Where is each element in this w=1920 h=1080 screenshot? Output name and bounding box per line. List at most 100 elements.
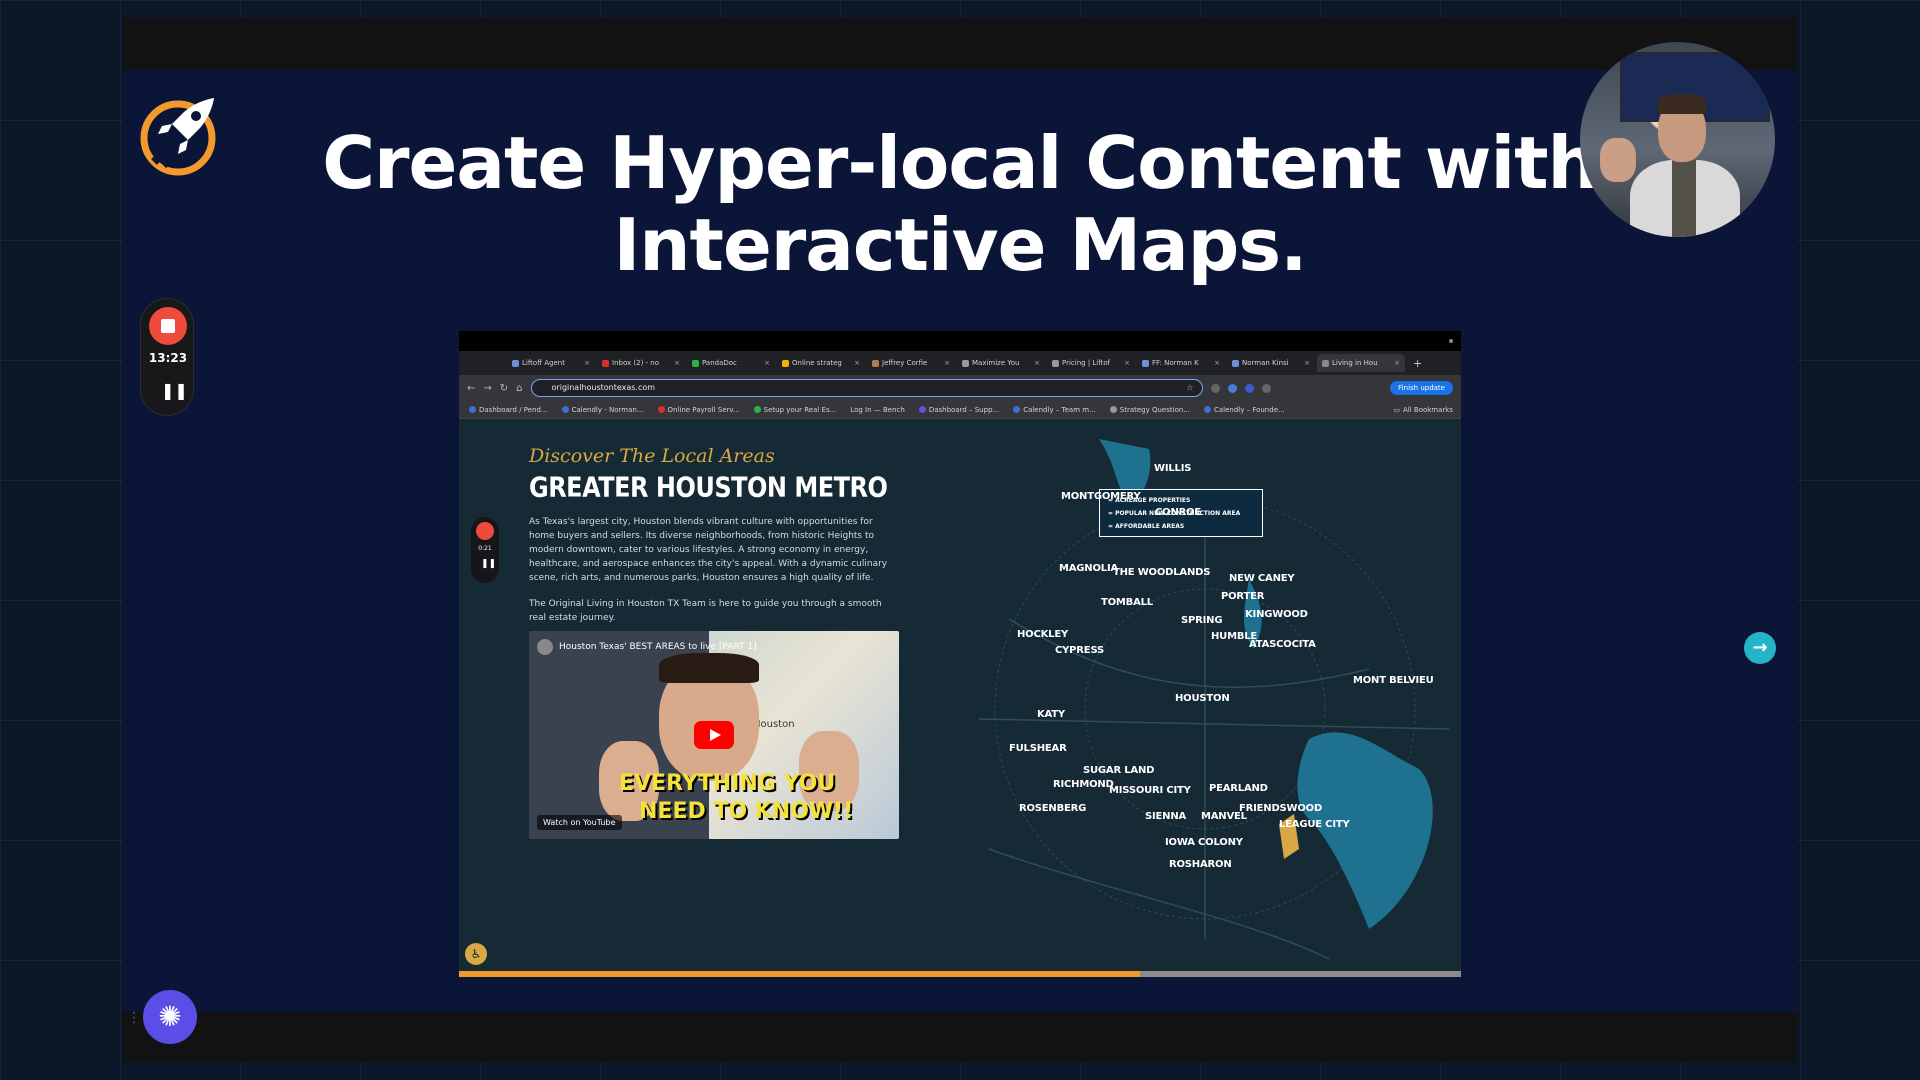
pause-icon[interactable]: ❚❚ (161, 381, 188, 400)
arrow-right-icon[interactable]: → (1744, 632, 1776, 664)
bookmark[interactable]: Strategy Question... (1109, 406, 1190, 414)
all-bookmarks-button[interactable]: ▭ All Bookmarks (1393, 406, 1453, 414)
home-icon[interactable]: ⌂ (516, 383, 522, 394)
bookmark[interactable]: Log In — Bench (850, 406, 905, 414)
city-label[interactable]: MISSOURI CITY (1109, 785, 1191, 796)
close-icon[interactable]: × (1034, 359, 1040, 367)
new-tab-icon[interactable]: + (1413, 357, 1422, 370)
close-icon[interactable]: × (944, 359, 950, 367)
city-label[interactable]: SUGAR LAND (1083, 765, 1154, 776)
city-label[interactable]: MONT BELVIEU (1353, 675, 1434, 686)
close-icon[interactable]: × (674, 359, 680, 367)
all-bookmarks-label: All Bookmarks (1402, 405, 1453, 414)
tab[interactable]: Liftoff Agent × (507, 354, 595, 372)
url-input[interactable]: originalhoustontexas.com ☆ (530, 379, 1203, 397)
extension-icon[interactable] (1227, 383, 1237, 393)
city-label[interactable]: PEARLAND (1209, 783, 1268, 794)
inner-stop-button[interactable] (476, 522, 494, 540)
city-label[interactable]: IOWA COLONY (1165, 837, 1243, 848)
bookmark[interactable]: Calendly – Founde... (1203, 406, 1285, 414)
city-label[interactable]: FRIENDSWOOD (1239, 803, 1322, 814)
city-label[interactable]: TOMBALL (1101, 597, 1153, 608)
bookmark[interactable]: Calendly – Team m... (1013, 406, 1096, 414)
team-paragraph: The Original Living in Houston TX Team i… (529, 599, 882, 623)
city-label[interactable]: CONROE (1155, 507, 1201, 518)
finish-update-button[interactable]: Finish update (1390, 381, 1453, 395)
close-icon[interactable]: × (764, 359, 770, 367)
tab[interactable]: Norman Kinsi × (1227, 354, 1315, 372)
city-label[interactable]: ATASCOCITA (1249, 639, 1316, 650)
youtube-video-embed[interactable]: Houston Houston Texas' BEST AREAS to liv… (529, 631, 899, 839)
tab[interactable]: Jeffrey Corfie × (867, 354, 955, 372)
tab[interactable]: Online strateg × (777, 354, 865, 372)
city-label[interactable]: CYPRESS (1055, 645, 1104, 656)
reload-icon[interactable]: ↻ (500, 383, 508, 394)
city-label[interactable]: WILLIS (1154, 463, 1191, 474)
bookmark[interactable]: Dashboard – Supp... (918, 405, 1000, 414)
section-title: GREATER HOUSTON METRO (529, 471, 888, 504)
inner-pause-icon[interactable]: ❚❚ (481, 559, 496, 569)
bookmark[interactable]: Dashboard / Pend... (469, 406, 548, 414)
city-label[interactable]: SIENNA (1145, 811, 1186, 822)
accessibility-icon[interactable]: ♿ (465, 943, 487, 965)
profile-avatar[interactable] (1261, 383, 1271, 393)
tab[interactable]: Inbox (2) - no × (597, 354, 685, 372)
close-icon[interactable]: × (1124, 359, 1130, 367)
youtube-play-icon[interactable] (694, 721, 734, 749)
city-label[interactable]: MANVEL (1201, 811, 1247, 822)
video-map-label: Houston (753, 719, 795, 730)
inner-recording-timer: 0:21 (478, 545, 492, 552)
watch-on-youtube-button[interactable]: Watch on YouTube (537, 815, 622, 830)
city-label[interactable]: HOUSTON (1175, 693, 1230, 704)
tab-label: PandaDoc (702, 359, 737, 367)
bookmark[interactable]: Calendly - Norman... (561, 406, 644, 414)
extension-icon[interactable] (1244, 383, 1254, 393)
webcam-bubble[interactable] (1580, 42, 1775, 237)
tab-label: Liftoff Agent (522, 359, 565, 367)
city-label[interactable]: KINGWOOD (1245, 609, 1308, 620)
bookmark[interactable]: Setup your Real Es... (753, 406, 836, 414)
close-icon[interactable]: × (1304, 359, 1310, 367)
close-icon[interactable]: × (584, 359, 590, 367)
city-label[interactable]: SPRING (1181, 615, 1223, 626)
web-page: 0:21 ❚❚ Discover The Local Areas GREATER… (459, 419, 1461, 977)
channel-avatar[interactable] (537, 639, 553, 655)
city-label[interactable]: NEW CANEY (1229, 573, 1295, 584)
forward-arrow-icon[interactable]: → (483, 383, 491, 394)
tab[interactable]: Maximize You × (957, 354, 1045, 372)
headline-line-1: Create Hyper-local Content with (322, 121, 1599, 205)
tab-label: Jeffrey Corfie (882, 359, 928, 367)
city-label[interactable]: HOCKLEY (1017, 629, 1068, 640)
video-title-row: Houston Texas' BEST AREAS to live [PART … (537, 639, 757, 655)
city-label[interactable]: ROSENBERG (1019, 803, 1086, 814)
city-label[interactable]: LEAGUE CITY (1279, 819, 1350, 830)
url-text: originalhoustontexas.com (551, 383, 656, 392)
tab[interactable]: FF: Norman K × (1137, 354, 1225, 372)
tab[interactable]: Pricing | Liftof × (1047, 354, 1135, 372)
city-label[interactable]: MONTGOMERY (1061, 491, 1141, 502)
city-label[interactable]: RICHMOND (1053, 779, 1114, 790)
close-icon[interactable]: × (1214, 359, 1220, 367)
stop-recording-button[interactable] (149, 307, 187, 345)
star-icon[interactable]: ☆ (1186, 380, 1193, 396)
city-label[interactable]: ROSHARON (1169, 859, 1232, 870)
folder-icon: ▭ (1393, 405, 1400, 414)
city-label[interactable]: THE WOODLANDS (1113, 567, 1210, 578)
interactive-map[interactable]: = ACREAGE PROPERTIES = POPULAR NEW CONST… (949, 419, 1461, 977)
address-bar-row: ← → ↻ ⌂ originalhoustontexas.com ☆ Finis… (459, 375, 1461, 401)
bookmark[interactable]: Online Payroll Serv... (657, 406, 740, 414)
city-label[interactable]: FULSHEAR (1009, 743, 1067, 754)
sparkle-icon[interactable]: ✺ (143, 990, 197, 1044)
close-icon[interactable]: × (1394, 359, 1400, 367)
city-label[interactable]: MAGNOLIA (1059, 563, 1118, 574)
bookmark-label: Dashboard – Supp... (928, 405, 1000, 414)
city-label[interactable]: PORTER (1221, 591, 1264, 602)
bookmark-favicon (753, 406, 761, 413)
city-label[interactable]: KATY (1037, 709, 1065, 720)
video-title[interactable]: Houston Texas' BEST AREAS to live [PART … (559, 642, 757, 652)
tab[interactable]: PandaDoc × (687, 354, 775, 372)
back-arrow-icon[interactable]: ← (467, 383, 475, 394)
close-icon[interactable]: × (854, 359, 860, 367)
tab-active[interactable]: Living in Hou × (1317, 354, 1405, 372)
extension-icon[interactable] (1210, 383, 1220, 393)
